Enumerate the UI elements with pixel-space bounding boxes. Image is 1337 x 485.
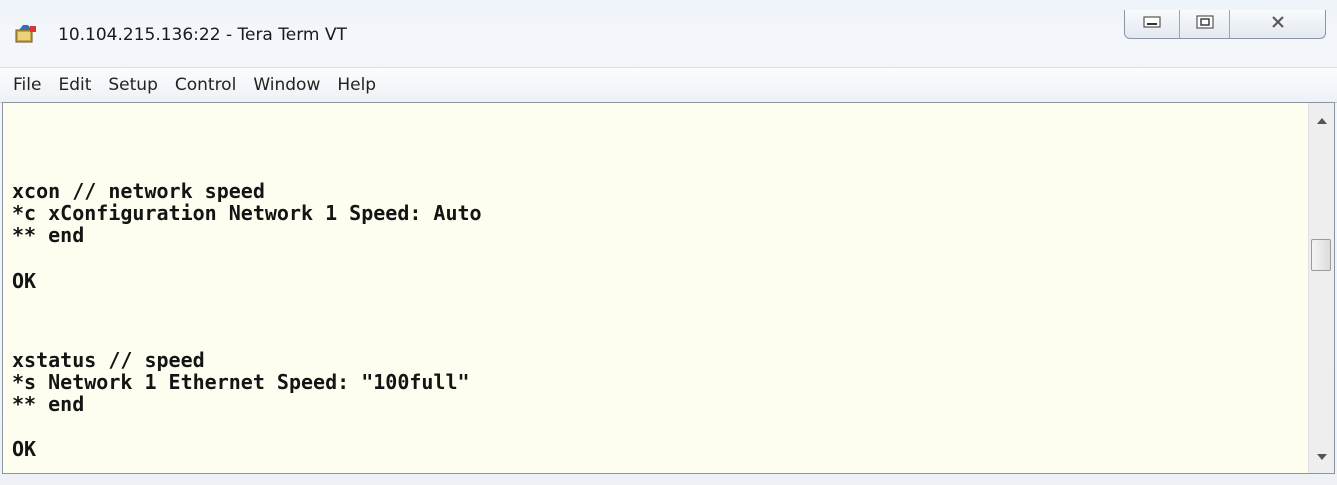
terminal-line: xcon // network speed (12, 179, 265, 203)
terminal-line: *c xConfiguration Network 1 Speed: Auto (12, 201, 482, 225)
menu-setup[interactable]: Setup (101, 75, 164, 95)
minimize-icon (1143, 15, 1161, 34)
menu-window[interactable]: Window (246, 75, 327, 95)
terminal-line: OK (12, 437, 37, 461)
title-bar[interactable]: 10.104.215.136:22 - Tera Term VT (0, 0, 1337, 62)
terminal-line: OK (12, 269, 37, 293)
tera-term-icon[interactable] (15, 24, 37, 44)
terminal-line: ** end (12, 392, 85, 416)
menu-edit[interactable]: Edit (51, 75, 98, 95)
close-icon (1270, 15, 1286, 34)
terminal-line: xstatus // speed (12, 348, 205, 372)
maximize-icon (1195, 14, 1214, 34)
caption-buttons (1124, 10, 1326, 39)
terminal-line: ** end (12, 223, 85, 247)
scrollbar-thumb[interactable] (1311, 239, 1331, 271)
tera-term-window: 10.104.215.136:22 - Tera Term VT File Ed… (0, 0, 1337, 485)
menu-help[interactable]: Help (330, 75, 383, 95)
scroll-up-arrow-icon (1316, 111, 1327, 129)
terminal-output[interactable]: xcon // network speed *c xConfiguration … (3, 103, 1309, 473)
scroll-down-arrow-icon (1316, 447, 1327, 465)
vertical-scrollbar[interactable] (1308, 103, 1334, 473)
menu-file[interactable]: File (6, 75, 48, 95)
menu-control[interactable]: Control (168, 75, 243, 95)
maximize-button[interactable] (1180, 10, 1230, 38)
close-button[interactable] (1230, 10, 1325, 38)
terminal-frame: xcon // network speed *c xConfiguration … (2, 102, 1335, 474)
minimize-button[interactable] (1125, 10, 1180, 38)
menu-bar: File Edit Setup Control Window Help (0, 67, 1337, 103)
scroll-down-button[interactable] (1309, 445, 1334, 467)
scroll-up-button[interactable] (1309, 109, 1334, 131)
terminal-line: *s Network 1 Ethernet Speed: "100full" (12, 370, 470, 394)
window-title: 10.104.215.136:22 - Tera Term VT (58, 25, 347, 45)
